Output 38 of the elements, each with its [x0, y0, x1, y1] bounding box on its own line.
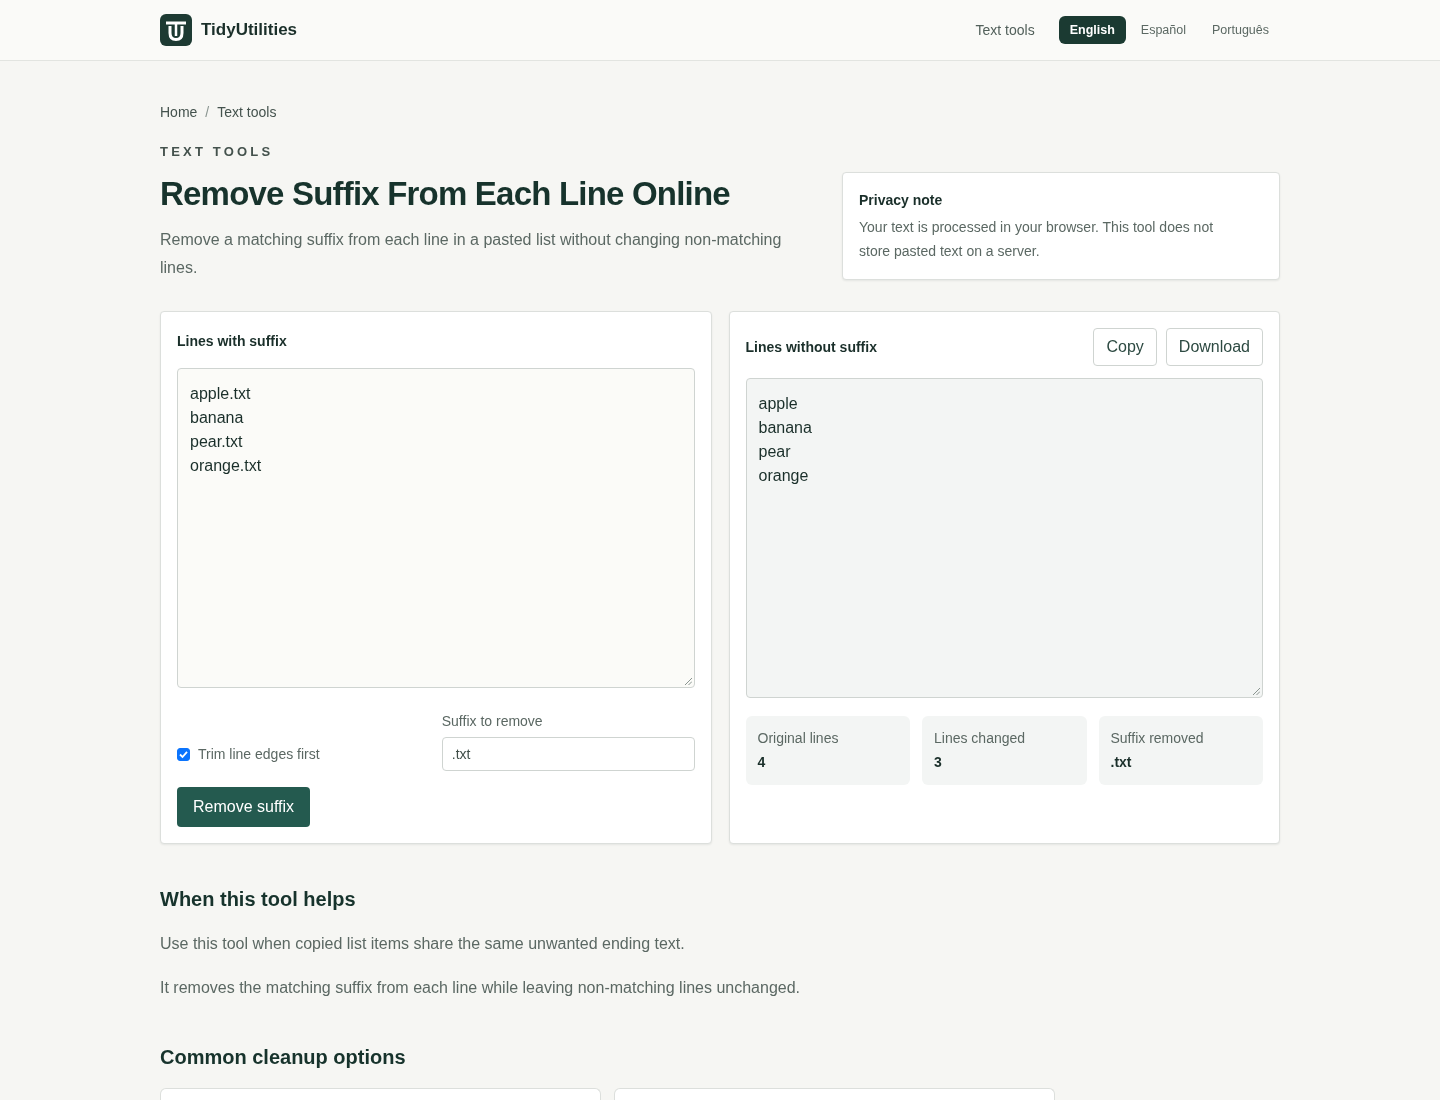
breadcrumb-separator: / [205, 103, 210, 122]
checkbox[interactable] [177, 747, 190, 761]
privacy-title: Privacy note [859, 191, 944, 210]
output-textarea[interactable]: apple banana pear orange [745, 378, 1263, 698]
resize-handle-icon[interactable] [1252, 687, 1260, 695]
intro-text: Remove a matching suffix from each line in a pasted list without changing non-matching lines. [160, 230, 783, 278]
copy-button[interactable]: Copy [1093, 328, 1157, 366]
breadcrumb-link[interactable]: Home [160, 102, 198, 122]
download-button[interactable]: Download [1165, 328, 1263, 366]
checkmark-icon [179, 749, 188, 759]
checkbox-label: Trim line edges first [198, 746, 320, 762]
language-tab[interactable]: Português [1201, 16, 1280, 44]
output-label: Lines without suffix [745, 338, 877, 357]
nav-link[interactable]: Text tools [975, 22, 1035, 38]
stat-label: Lines changed [934, 729, 1027, 748]
stat-value: 4 [757, 753, 767, 772]
suffix-input[interactable]: .txt [441, 737, 695, 771]
language-tab[interactable]: Español [1129, 16, 1197, 44]
eyebrow-label: TEXT TOOLS [160, 144, 275, 160]
body-text: Use this tool when copied list items share the same unwanted ending text. [160, 934, 686, 954]
section-heading: When this tool helps [160, 887, 357, 912]
body-text: It removes the matching suffix from each line while leaving non-matching lines unchanged. [160, 978, 802, 998]
brand-name[interactable]: TidyUtilities [201, 20, 298, 40]
section-heading: Common cleanup options [160, 1045, 407, 1070]
stat-value: 3 [934, 753, 943, 772]
input-textarea[interactable]: apple.txt banana pear.txt orange.txt [177, 368, 695, 688]
language-tab[interactable]: English [1058, 16, 1126, 44]
logo-icon [160, 14, 192, 46]
resize-handle-icon[interactable] [683, 677, 692, 685]
stat-label: Original lines [757, 729, 840, 748]
page-title: Remove Suffix From Each Line Online [160, 174, 731, 214]
stat-label: Suffix removed [1110, 729, 1205, 748]
remove-suffix-button[interactable]: Remove suffix [177, 787, 311, 827]
stat-value: .txt [1110, 753, 1133, 772]
privacy-text: Your text is processed in your browser. This tool does not store pasted text on a server. [859, 218, 1215, 261]
breadcrumb-link[interactable]: Text tools [217, 102, 277, 122]
input-label: Lines with suffix [177, 332, 288, 351]
suffix-label: Suffix to remove [441, 712, 544, 731]
